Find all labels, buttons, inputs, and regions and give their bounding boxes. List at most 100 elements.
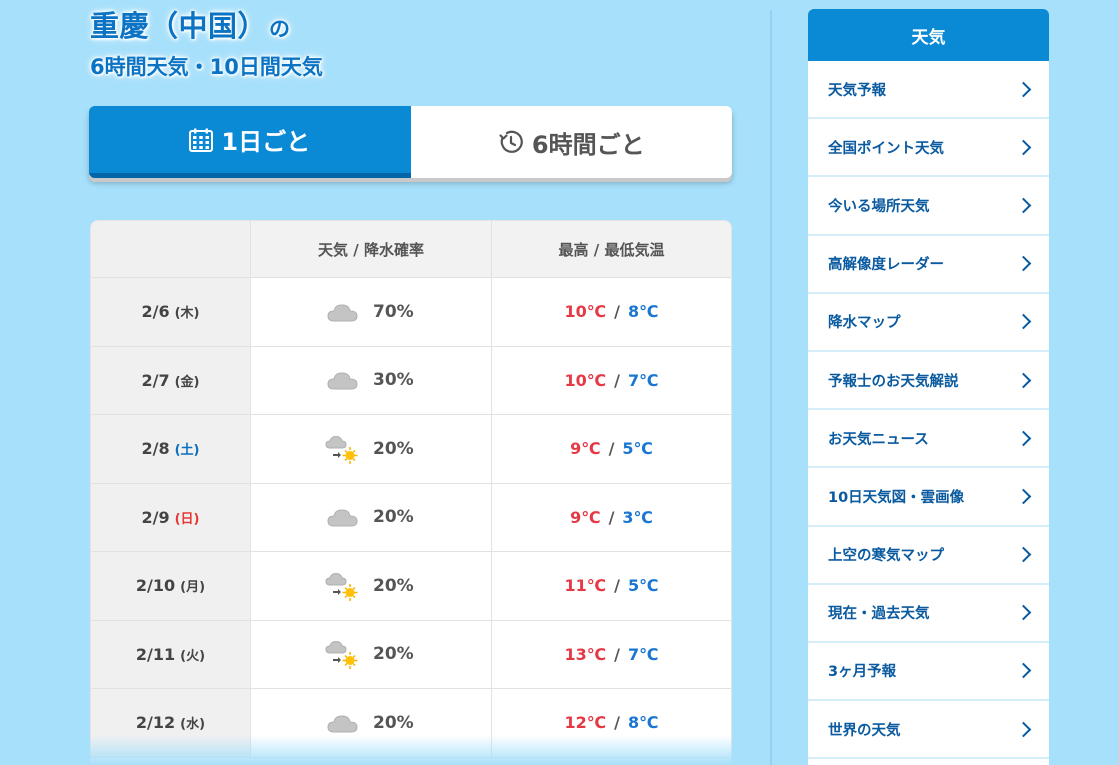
chevron-right-icon <box>1015 546 1032 563</box>
column-divider <box>770 10 772 765</box>
row-high-temp: 10℃ <box>564 370 607 390</box>
tab-6hourly-label: 6時間ごと <box>531 130 645 159</box>
sidebar-item[interactable]: 3ヶ月予報 <box>808 643 1049 702</box>
cloud-icon <box>325 298 361 326</box>
row-low-temp: 7℃ <box>627 370 659 390</box>
temp-separator: / <box>614 576 620 596</box>
sidebar-item[interactable]: 現在・過去天気 <box>808 585 1049 643</box>
sidebar-item[interactable]: 上空の寒気マップ <box>808 527 1049 585</box>
table-header: 天気 / 降水確率 最高 / 最低気温 <box>91 221 731 278</box>
sidebar-item-label: 予報士のお天気解説 <box>828 373 959 390</box>
sidebar-item-label: 10日天気図・雲画像 <box>828 489 965 506</box>
table-row: 2/12 (水) 20% 12℃ / 8℃ <box>91 689 731 758</box>
row-weather-cell: 20% <box>251 552 492 620</box>
row-date: 2/12 <box>135 713 176 733</box>
temp-separator: / <box>614 302 620 322</box>
row-weather-cell: 30% <box>251 346 492 414</box>
table-row: 2/6 (木) 70% 10℃ / 8℃ <box>91 278 731 347</box>
row-date-cell: 2/8 (土) <box>91 415 251 483</box>
page-subtitle: 6時間天気・10日間天気 <box>90 55 323 79</box>
sidebar-item[interactable]: 降水マップ <box>808 294 1049 352</box>
row-day-of-week: (月) <box>180 580 206 596</box>
chevron-right-icon <box>1015 81 1032 97</box>
chevron-right-icon <box>1015 197 1032 214</box>
table-row: 2/7 (金) 30% 10℃ / 7℃ <box>91 346 731 415</box>
chevron-right-icon <box>1015 255 1032 272</box>
row-weather-cell: 70% <box>251 278 492 346</box>
row-date-cell: 2/12 (水) <box>91 689 251 757</box>
row-date-cell: 2/6 (木) <box>91 278 251 346</box>
table-row: 2/9 (日) 20% 9℃ / 3℃ <box>91 483 731 552</box>
sidebar-item[interactable]: 全国ポイント天気 <box>808 119 1049 178</box>
row-day-of-week: (土) <box>174 443 200 459</box>
row-day-of-week: (木) <box>174 306 200 322</box>
cloud-then-sun-icon <box>325 640 361 670</box>
row-temp-cell: 10℃ / 7℃ <box>492 347 731 415</box>
sidebar-items: 天気予報全国ポイント天気 今いる場所天気 高解像度レーダー降水マップ予報士のお天気解… <box>808 61 1049 760</box>
sidebar-item[interactable]: 今いる場所天気 <box>808 177 1049 236</box>
header-weather: 天気 / 降水確率 <box>251 221 492 277</box>
row-temp-cell: 10℃ / 8℃ <box>492 278 731 346</box>
row-temp-cell: 12℃ / 8℃ <box>492 689 731 757</box>
row-weather-cell: 20% <box>251 483 492 551</box>
sidebar-item-label: 上空の寒気マップ <box>828 548 944 565</box>
sidebar-item[interactable]: 予報士のお天気解説 <box>808 352 1049 411</box>
chevron-right-icon <box>1015 605 1032 621</box>
sidebar-item-label: 高解像度レーダー <box>828 257 944 274</box>
cloud-icon <box>325 503 361 531</box>
daily-forecast-table: 天気 / 降水確率 最高 / 最低気温 2/6 (木) 70% 10℃ / 8℃ 2/7 (金… <box>90 220 732 765</box>
row-day-of-week: (火) <box>180 648 206 664</box>
row-precip-prob: 20% <box>373 712 414 733</box>
cloud-then-sun-icon <box>325 572 361 601</box>
cloud-then-sun-icon <box>325 435 361 464</box>
tab-6hourly[interactable]: 6時間ごと <box>410 106 732 178</box>
table-body: 2/6 (木) 70% 10℃ / 8℃ 2/7 (金) 30% 10℃ / 7℃ 2/8 (土) 20% 9… <box>91 278 731 758</box>
row-high-temp: 13℃ <box>564 644 607 664</box>
row-high-temp: 9℃ <box>570 507 601 527</box>
sidebar-item[interactable]: 天気予報 <box>808 61 1049 120</box>
sidebar-item[interactable]: 10日天気図・雲画像 <box>808 468 1049 527</box>
sidebar-item-label: お天気ニュース <box>828 431 929 448</box>
sidebar-item-label: 世界の天気 <box>828 722 901 739</box>
sidebar-item-label: 全国ポイント天気 <box>828 140 944 157</box>
row-low-temp: 5℃ <box>627 576 659 596</box>
header-date <box>91 221 251 277</box>
table-row: 2/11 (火) 20% 13℃ / 7℃ <box>91 620 731 689</box>
row-date-cell: 2/11 (火) <box>91 620 251 688</box>
row-low-temp: 7℃ <box>627 644 659 664</box>
sidebar-header: 天気 <box>808 9 1049 61</box>
row-weather-cell: 20% <box>251 620 492 688</box>
row-precip-prob: 30% <box>373 370 414 391</box>
row-low-temp: 3℃ <box>622 507 653 527</box>
sidebar-item-label: 今いる場所天気 <box>828 198 930 215</box>
chevron-right-icon <box>1015 372 1032 388</box>
sidebar-item-label: 天気予報 <box>828 82 886 99</box>
temp-separator: / <box>608 439 615 459</box>
chevron-right-icon <box>1015 663 1032 679</box>
row-temp-cell: 13℃ / 7℃ <box>492 621 731 689</box>
row-date: 2/7 <box>141 370 170 390</box>
tab-daily[interactable]: 1日ごと <box>89 106 411 178</box>
tab-daily-label: 1日ごと <box>221 128 311 156</box>
sidebar-menu: 天気 天気予報全国ポイント天気 今いる場所天気 高解像度レーダー降水マップ予報士のお… <box>808 9 1049 765</box>
title-particle: の <box>269 17 291 41</box>
chevron-right-icon <box>1015 430 1032 446</box>
clock-icon <box>498 129 524 155</box>
sidebar-item[interactable]: 世界の天気 <box>808 701 1049 760</box>
row-precip-prob: 20% <box>373 644 414 665</box>
row-date: 2/8 <box>141 439 170 459</box>
chevron-right-icon <box>1015 139 1032 156</box>
row-temp-cell: 9℃ / 5℃ <box>492 415 731 483</box>
chevron-right-icon <box>1015 721 1032 737</box>
table-row: 2/10 (月) 20% 11℃ / 5℃ <box>91 552 731 621</box>
row-date: 2/10 <box>135 576 176 596</box>
row-date: 2/6 <box>141 302 170 322</box>
cloud-icon <box>325 709 361 737</box>
row-high-temp: 12℃ <box>564 713 607 733</box>
chevron-right-icon <box>1015 314 1032 330</box>
row-high-temp: 10℃ <box>564 302 607 322</box>
sidebar-item[interactable]: 高解像度レーダー <box>808 236 1049 294</box>
row-low-temp: 8℃ <box>627 713 659 733</box>
sidebar-item[interactable]: お天気ニュース <box>808 410 1049 469</box>
chevron-right-icon <box>1015 488 1032 505</box>
